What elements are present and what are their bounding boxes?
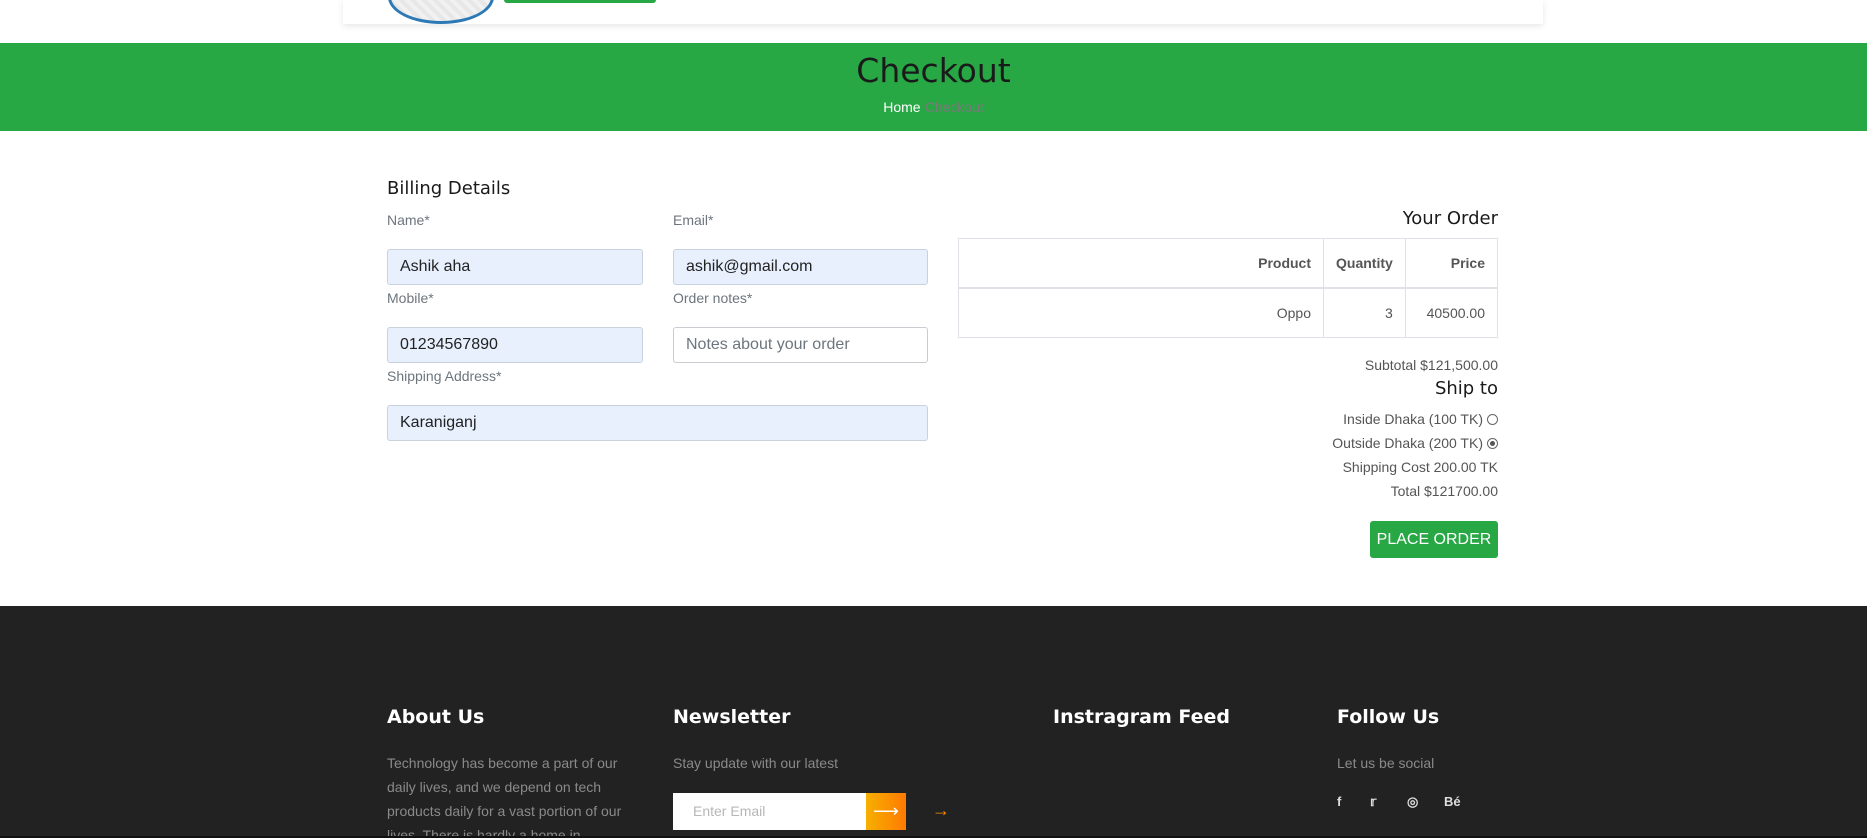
order-notes-label: Order notes* xyxy=(673,290,753,306)
table-row: Oppo 3 40500.00 xyxy=(958,287,1499,338)
about-us-text: Technology has become a part of our dail… xyxy=(387,755,622,838)
breadcrumb-current: Checkout xyxy=(924,99,984,115)
instagram-feed-heading: Instragram Feed xyxy=(1053,706,1230,728)
email-label: Email* xyxy=(673,212,714,228)
ship-to-heading: Ship to xyxy=(1434,378,1498,399)
billing-details-heading: Billing Details xyxy=(387,178,511,199)
follow-us-text: Let us be social xyxy=(1337,755,1435,771)
about-us-heading: About Us xyxy=(387,706,485,728)
ship-option-label: Outside Dhaka (200 TK) xyxy=(1332,435,1483,451)
order-table-header: Product Quantity Price xyxy=(958,238,1499,289)
quantity-cell: 3 xyxy=(1323,287,1406,338)
newsletter-heading: Newsletter xyxy=(673,706,791,728)
behance-icon[interactable]: Bé xyxy=(1444,794,1461,809)
name-label: Name* xyxy=(387,212,430,228)
column-price: Price xyxy=(1404,238,1499,289)
arrow-right-icon[interactable]: → xyxy=(932,800,950,821)
product-cell: Oppo xyxy=(958,287,1324,338)
twitter-icon[interactable]: 𝕣 xyxy=(1370,794,1376,810)
your-order-heading: Your Order xyxy=(1402,208,1498,229)
total-text: Total $121700.00 xyxy=(1390,483,1498,499)
ship-option-inside-dhaka[interactable]: Inside Dhaka (100 TK) xyxy=(1343,411,1498,427)
mobile-input[interactable]: 01234567890 xyxy=(387,327,643,363)
newsletter-email-input[interactable]: Enter Email xyxy=(673,793,866,830)
radio-outside-dhaka[interactable] xyxy=(1487,437,1498,449)
email-input[interactable]: ashik@gmail.com xyxy=(673,249,928,285)
shipping-address-input[interactable]: Karaniganj xyxy=(387,405,928,441)
ship-option-label: Inside Dhaka (100 TK) xyxy=(1343,411,1483,427)
radio-inside-dhaka[interactable] xyxy=(1487,413,1498,425)
header-action-button[interactable] xyxy=(504,0,656,3)
price-cell: 40500.00 xyxy=(1404,287,1499,338)
column-product: Product xyxy=(958,238,1324,289)
breadcrumb: Home Checkout xyxy=(0,99,1867,115)
follow-us-heading: Follow Us xyxy=(1337,706,1440,728)
subtotal-text: Subtotal $121,500.00 xyxy=(1364,357,1498,373)
facebook-icon[interactable]: f xyxy=(1337,794,1341,809)
top-header xyxy=(343,0,1543,24)
name-input[interactable]: Ashik aha xyxy=(387,249,643,285)
order-table: Product Quantity Price Oppo 3 40500.00 xyxy=(958,238,1499,338)
arrow-right-icon: ⟶ xyxy=(873,801,899,821)
shipping-cost-text: Shipping Cost 200.00 TK xyxy=(1342,459,1498,475)
ship-option-outside-dhaka[interactable]: Outside Dhaka (200 TK) xyxy=(1332,435,1498,451)
order-notes-input[interactable]: Notes about your order xyxy=(673,327,928,363)
column-quantity: Quantity xyxy=(1323,238,1406,289)
dribbble-icon[interactable]: ◎ xyxy=(1407,794,1418,810)
newsletter-submit-button[interactable]: ⟶ xyxy=(866,793,906,830)
breadcrumb-home-link[interactable]: Home xyxy=(883,99,920,115)
place-order-button[interactable]: PLACE ORDER xyxy=(1370,521,1498,558)
newsletter-text: Stay update with our latest xyxy=(673,755,838,771)
page-title: Checkout xyxy=(856,51,1011,90)
mobile-label: Mobile* xyxy=(387,290,434,306)
shipping-address-label: Shipping Address* xyxy=(387,368,502,384)
